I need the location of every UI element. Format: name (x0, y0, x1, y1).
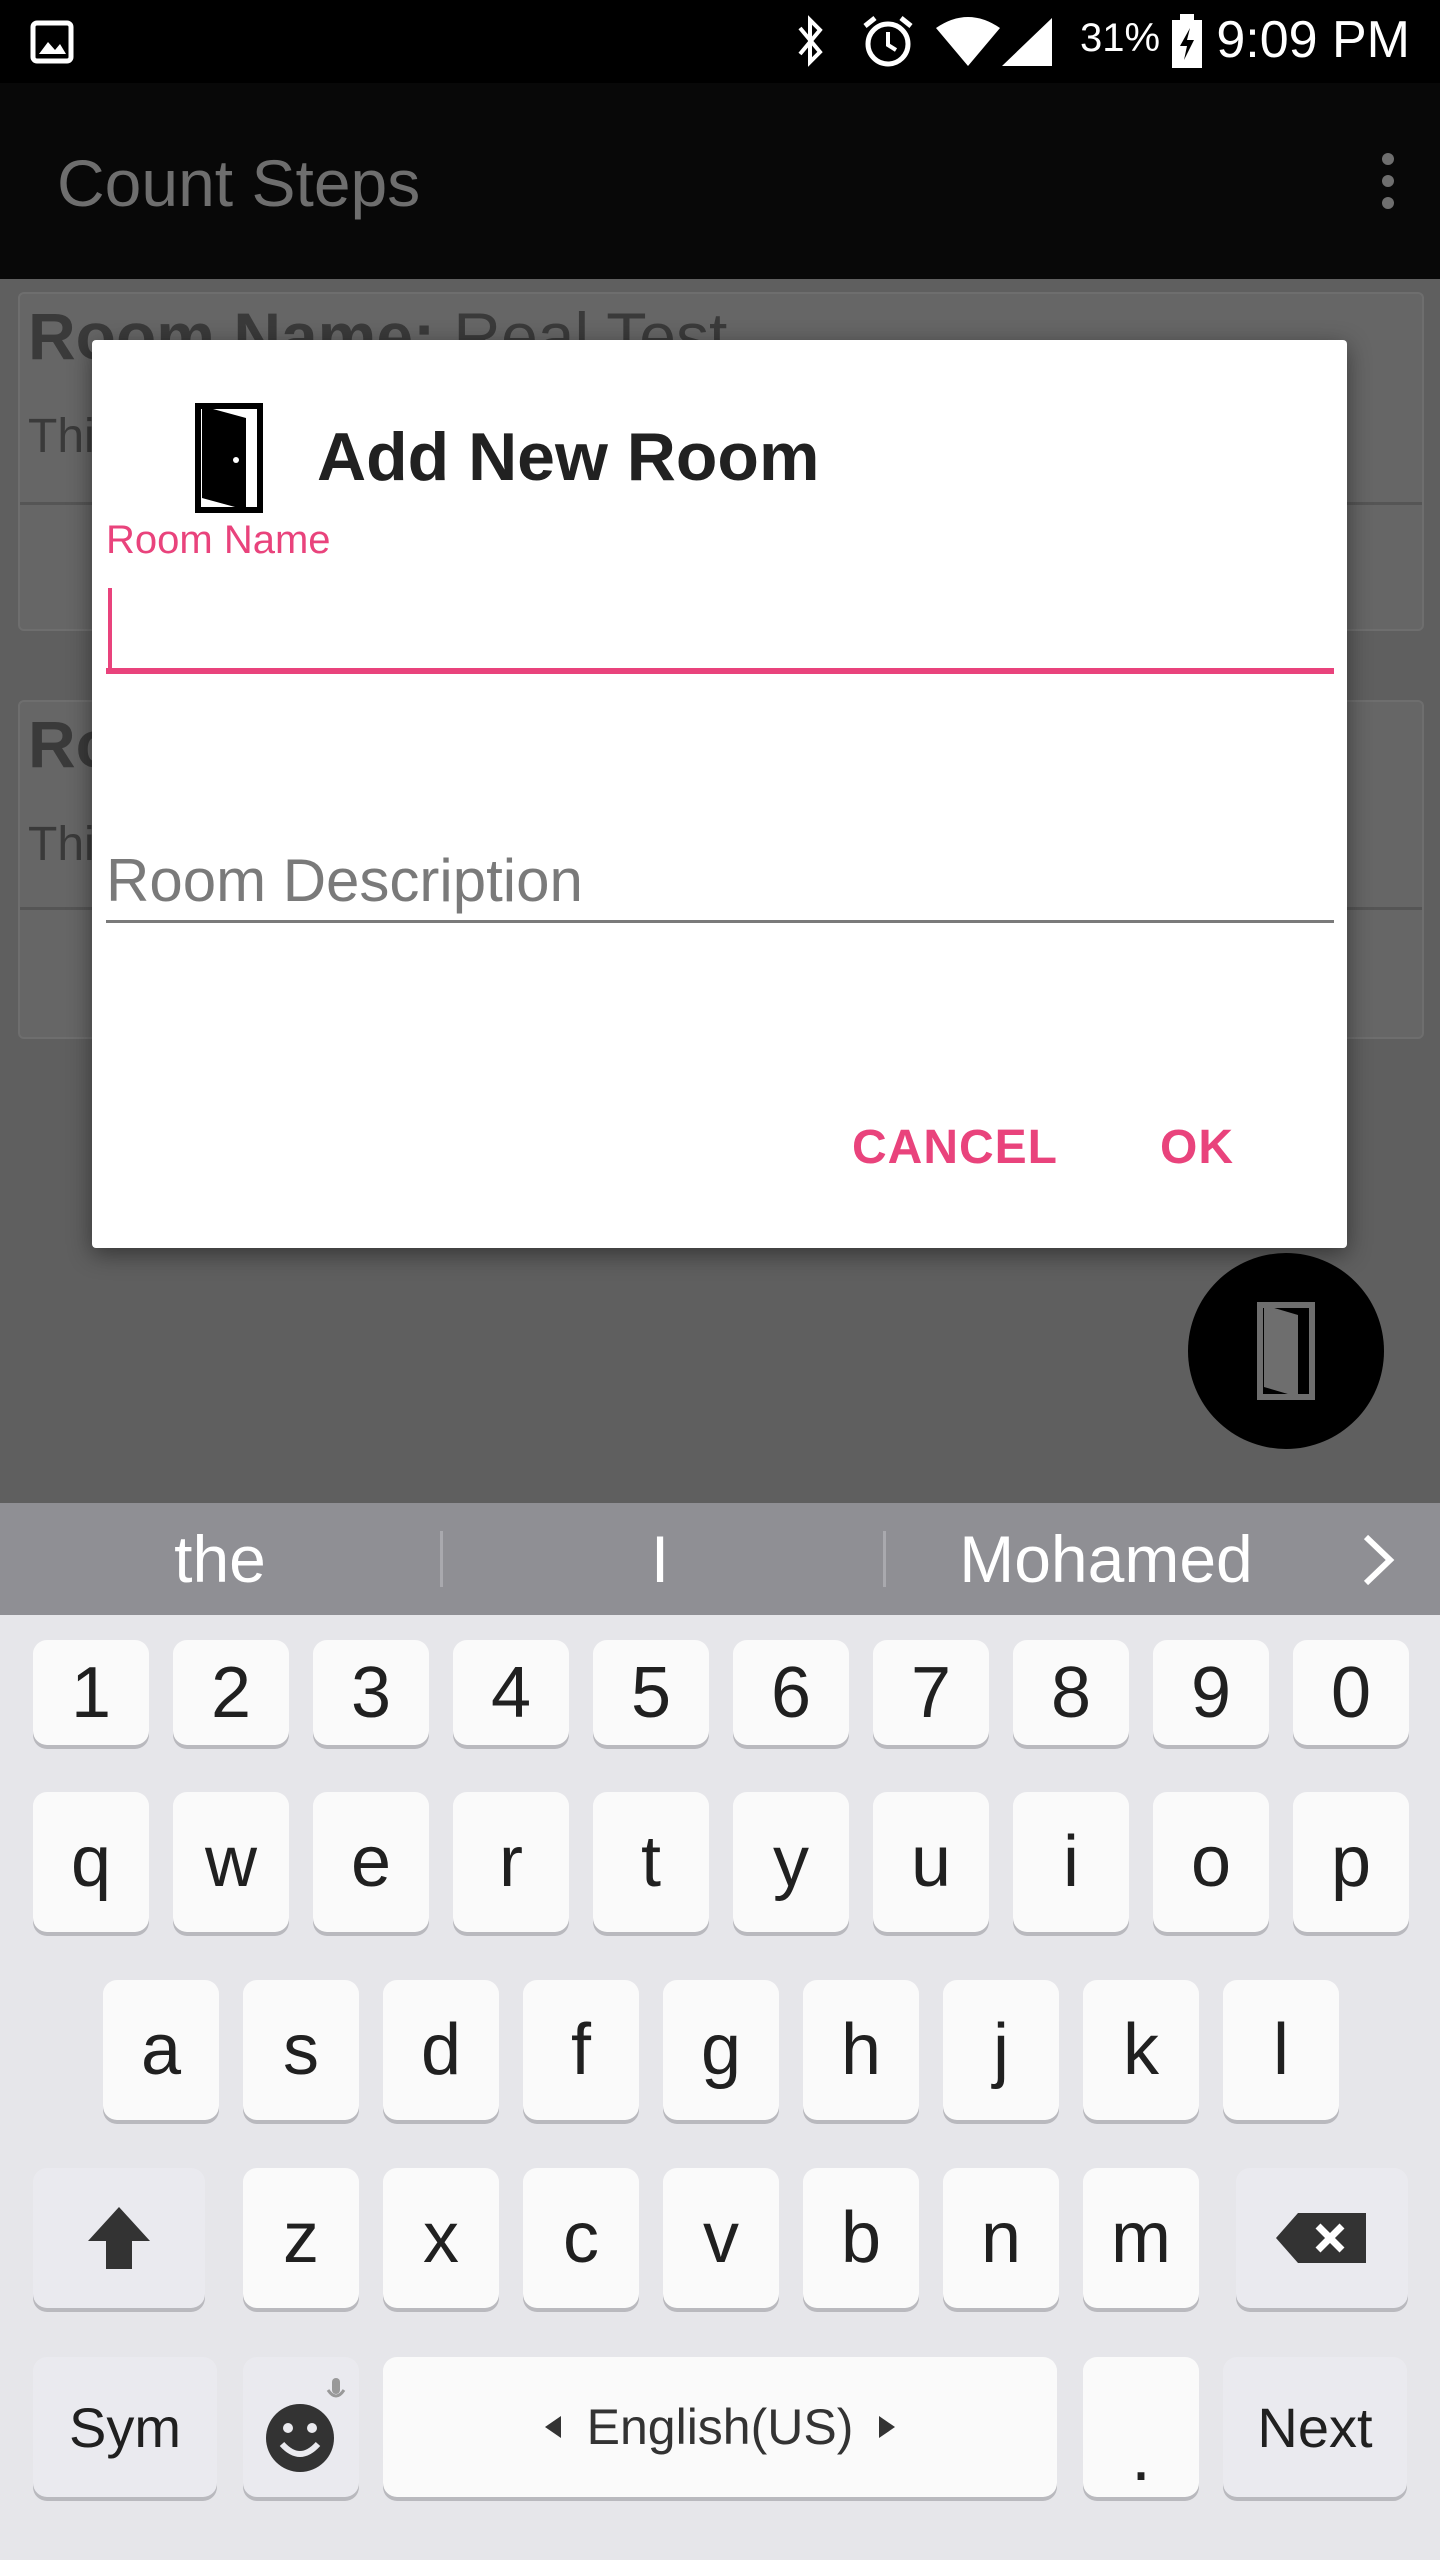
key[interactable]: 1 (33, 1640, 149, 1745)
key[interactable]: d (383, 1980, 499, 2120)
chevron-left-icon (544, 2416, 561, 2438)
door-icon (1257, 1302, 1315, 1400)
sym-key[interactable]: Sym (33, 2357, 217, 2497)
key[interactable]: i (1013, 1792, 1129, 1932)
space-label: English(US) (586, 2399, 854, 2455)
key[interactable]: c (523, 2168, 639, 2308)
key[interactable]: e (313, 1792, 429, 1932)
key[interactable]: g (663, 1980, 779, 2120)
dialog-title: Add New Room (317, 419, 820, 495)
room-name-input[interactable] (106, 568, 1334, 674)
backspace-icon (1276, 2213, 1366, 2263)
key[interactable]: a (103, 1980, 219, 2120)
key[interactable]: y (733, 1792, 849, 1932)
key[interactable]: o (1153, 1792, 1269, 1932)
key[interactable]: w (173, 1792, 289, 1932)
key[interactable]: z (243, 2168, 359, 2308)
backspace-key[interactable] (1236, 2168, 1408, 2308)
add-room-dialog: Add New Room Room Name Room Description … (92, 340, 1347, 1248)
key[interactable]: l (1223, 1980, 1339, 2120)
key[interactable]: 5 (593, 1640, 709, 1745)
battery-charging-icon (1172, 14, 1202, 68)
ok-button[interactable]: OK (1160, 1120, 1234, 1175)
key[interactable]: t (593, 1792, 709, 1932)
key[interactable]: r (453, 1792, 569, 1932)
text-cursor (108, 588, 112, 668)
app-title: Count Steps (57, 146, 421, 220)
clock: 9:09 PM (1216, 11, 1410, 69)
suggestion-item[interactable]: I (500, 1521, 820, 1597)
emoji-icon (266, 2378, 346, 2472)
chevron-right-icon (879, 2416, 896, 2438)
suggestion-item[interactable]: the (60, 1521, 380, 1597)
shift-key[interactable] (33, 2168, 205, 2308)
room-description-hint: Room Description (106, 847, 583, 914)
gallery-icon (30, 20, 74, 64)
chevron-right-icon[interactable] (1360, 1533, 1396, 1587)
key[interactable]: 7 (873, 1640, 989, 1745)
divider (883, 1531, 886, 1587)
key[interactable]: 8 (1013, 1640, 1129, 1745)
bluetooth-icon (798, 15, 823, 67)
emoji-key[interactable] (243, 2357, 359, 2497)
key[interactable]: b (803, 2168, 919, 2308)
signal-icon (1002, 18, 1052, 66)
suggestion-bar: the I Mohamed (0, 1503, 1440, 1615)
key[interactable]: 4 (453, 1640, 569, 1745)
key[interactable]: 9 (1153, 1640, 1269, 1745)
key[interactable]: u (873, 1792, 989, 1932)
key[interactable]: 3 (313, 1640, 429, 1745)
period-key[interactable]: . (1083, 2357, 1199, 2497)
battery-percentage: 31% (1080, 16, 1161, 60)
shift-arrow-icon (88, 2207, 150, 2269)
status-bar: 31% 9:09 PM (0, 0, 1440, 83)
wifi-icon (936, 17, 1000, 66)
key[interactable]: x (383, 2168, 499, 2308)
keyboard: 1 2 3 4 5 6 7 8 9 0 q w e r t y u i o p … (0, 1615, 1440, 2560)
room-description-input[interactable]: Room Description (106, 840, 1334, 923)
key[interactable]: s (243, 1980, 359, 2120)
room-card-description: Thi (28, 818, 95, 871)
key[interactable]: 6 (733, 1640, 849, 1745)
space-key[interactable]: English(US) (383, 2357, 1057, 2497)
suggestion-item[interactable]: Mohamed (906, 1521, 1306, 1597)
door-icon (195, 403, 263, 513)
cancel-button[interactable]: CANCEL (852, 1120, 1058, 1175)
key[interactable]: h (803, 1980, 919, 2120)
divider (440, 1531, 443, 1587)
key[interactable]: q (33, 1792, 149, 1932)
key[interactable]: k (1083, 1980, 1199, 2120)
room-name-label: Room Name (106, 518, 331, 562)
key[interactable]: n (943, 2168, 1059, 2308)
app-bar: Count Steps (0, 83, 1440, 279)
key[interactable]: p (1293, 1792, 1409, 1932)
key[interactable]: 0 (1293, 1640, 1409, 1745)
key[interactable]: 2 (173, 1640, 289, 1745)
add-room-fab[interactable] (1188, 1253, 1384, 1449)
key[interactable]: f (523, 1980, 639, 2120)
key[interactable]: m (1083, 2168, 1199, 2308)
next-key[interactable]: Next (1223, 2357, 1407, 2497)
key[interactable]: j (943, 1980, 1059, 2120)
room-card-description: Thi (28, 410, 95, 463)
alarm-icon (863, 16, 913, 67)
key[interactable]: v (663, 2168, 779, 2308)
overflow-menu-icon[interactable] (1376, 153, 1400, 213)
